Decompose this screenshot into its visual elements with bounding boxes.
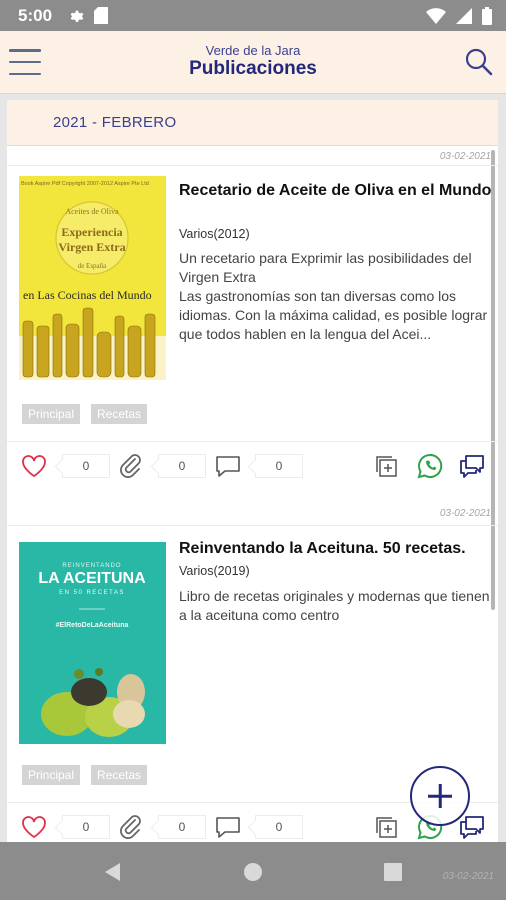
comments-count-value: 0	[275, 459, 283, 473]
add-copy-icon[interactable]	[372, 452, 400, 480]
app-bar: Verde de la Jara Publicaciones	[0, 31, 506, 94]
status-bar: 5:00	[0, 0, 506, 31]
attachments-count: 0	[158, 454, 206, 478]
publication-description: Libro de recetas originales y modernas q…	[179, 588, 490, 623]
tag-principal[interactable]: Principal	[22, 765, 81, 785]
chat-icon[interactable]	[458, 452, 486, 480]
chat-icon[interactable]	[458, 813, 486, 841]
tag-recetas[interactable]: Recetas	[91, 404, 148, 424]
publications-list[interactable]: 2021 - FEBRERO 03-02-2021 Book Aspire Pd…	[0, 95, 506, 842]
book-cover-art: REINVENTANDO LA ACEITUNA EN 50 RECETAS #…	[19, 542, 166, 744]
paperclip-icon[interactable]	[117, 452, 145, 480]
tag-recetas[interactable]: Recetas	[91, 765, 148, 785]
paperclip-icon[interactable]	[117, 813, 145, 841]
month-label: 2021 - FEBRERO	[53, 114, 177, 131]
whatsapp-icon[interactable]	[416, 452, 444, 480]
cover-line1: Experiencia	[61, 225, 122, 239]
recents-icon[interactable]	[380, 859, 406, 885]
publication-date: 03-02-2021	[439, 508, 491, 519]
sim-icon	[94, 7, 109, 24]
attachments-count: 0	[158, 815, 206, 839]
comment-icon[interactable]	[214, 452, 242, 480]
publication-author: Varios(2019)	[179, 564, 250, 578]
app-subtitle: Verde de la Jara	[205, 43, 301, 58]
cover-top-line: Book Aspire Pdf Copyright 2007-2012 Aspi…	[21, 181, 149, 187]
publication-date: 03-02-2021	[439, 151, 491, 162]
cover-ring-bottom: de España	[78, 262, 107, 270]
cover-top-line: REINVENTANDO	[62, 563, 121, 569]
add-copy-icon[interactable]	[372, 813, 400, 841]
heart-icon[interactable]	[20, 813, 48, 841]
settings-icon	[70, 10, 84, 22]
publication-title[interactable]: Recetario de Aceite de Oliva en el Mundo	[179, 180, 497, 202]
comment-icon[interactable]	[214, 813, 242, 841]
cover-hashtag: #ElRetoDeLaAceituna	[56, 622, 129, 629]
publication-actions: 0 0 0	[7, 446, 498, 486]
battery-icon	[482, 6, 492, 25]
search-icon[interactable]	[464, 47, 494, 77]
cover-banner: en Las Cocinas del Mundo	[23, 288, 152, 302]
cover-ring: Aceites de Oliva	[65, 207, 119, 216]
home-icon[interactable]	[240, 859, 266, 885]
system-nav-bar: 03-02-2021	[0, 842, 506, 900]
likes-count: 0	[62, 454, 110, 478]
publication-author: Varios(2012)	[179, 227, 250, 241]
publication-title[interactable]: Reinventando la Aceituna. 50 recetas.	[179, 538, 497, 560]
comments-count-value: 0	[275, 820, 283, 834]
comments-count: 0	[255, 815, 303, 839]
wifi-icon	[426, 7, 446, 24]
back-icon[interactable]	[100, 859, 126, 885]
add-publication-button[interactable]	[410, 766, 470, 826]
likes-count: 0	[62, 815, 110, 839]
tag-principal[interactable]: Principal	[22, 404, 81, 424]
divider	[7, 525, 498, 526]
book-cover-art: Book Aspire Pdf Copyright 2007-2012 Aspi…	[19, 176, 166, 380]
signal-icon	[456, 7, 472, 24]
heart-icon[interactable]	[20, 452, 48, 480]
cover-sub: EN 50 RECETAS	[59, 590, 125, 596]
status-time: 5:00	[18, 5, 53, 25]
publication-description: Un recetario para Exprimir las posibilid…	[179, 250, 488, 342]
attachments-count-value: 0	[178, 820, 186, 834]
status-left-icons	[68, 7, 109, 24]
publications-panel: 2021 - FEBRERO 03-02-2021 Book Aspire Pd…	[7, 100, 498, 842]
likes-count-value: 0	[82, 820, 90, 834]
cover-main: LA ACEITUNA	[38, 570, 146, 587]
attachments-count-value: 0	[178, 459, 186, 473]
comments-count: 0	[255, 454, 303, 478]
divider	[7, 165, 498, 166]
status-right-icons	[426, 6, 492, 25]
book-cover[interactable]: REINVENTANDO LA ACEITUNA EN 50 RECETAS #…	[19, 542, 166, 744]
likes-count-value: 0	[82, 459, 90, 473]
divider	[7, 441, 498, 442]
page-title: Publicaciones	[189, 58, 317, 79]
book-cover[interactable]: Book Aspire Pdf Copyright 2007-2012 Aspi…	[19, 176, 166, 380]
month-header: 2021 - FEBRERO	[7, 100, 498, 146]
cover-line2: Virgen Extra	[58, 240, 125, 254]
footer-date: 03-02-2021	[442, 871, 494, 882]
